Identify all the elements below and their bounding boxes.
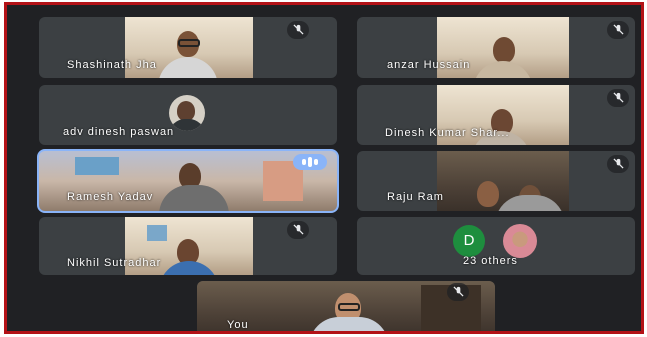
participant-video (437, 151, 569, 211)
participant-name: Ramesh Yadav (67, 191, 154, 203)
participant-tile[interactable]: adv dinesh paswan (39, 85, 337, 145)
avatar (503, 224, 537, 258)
avatar: D (453, 225, 485, 257)
mic-off-icon (287, 21, 309, 39)
participant-tile[interactable]: anzar Hussain (357, 17, 635, 78)
participant-name: adv dinesh paswan (63, 126, 175, 138)
participant-name: Dinesh Kumar Shar... (385, 127, 510, 139)
others-count: 23 others (463, 255, 518, 267)
participant-name: Nikhil Sutradhar (67, 257, 162, 269)
participant-tile-active[interactable]: Ramesh Yadav (37, 149, 339, 213)
meeting-grid: Shashinath Jha anzar Hussain adv dinesh … (4, 2, 644, 334)
mic-off-icon[interactable] (447, 283, 469, 301)
participant-name: anzar Hussain (387, 59, 471, 71)
mic-off-icon (607, 155, 629, 173)
mic-off-icon (607, 21, 629, 39)
participant-tile[interactable]: Shashinath Jha (39, 17, 337, 78)
self-view-tile[interactable]: You (197, 281, 495, 331)
mic-off-icon (287, 221, 309, 239)
participant-tile[interactable]: Raju Ram (357, 151, 635, 211)
participant-tile[interactable]: Dinesh Kumar Shar... (357, 85, 635, 145)
avatar (169, 95, 205, 131)
participant-name: Shashinath Jha (67, 59, 157, 71)
mic-off-icon (607, 89, 629, 107)
self-name: You (227, 319, 249, 331)
participant-tile[interactable]: Nikhil Sutradhar (39, 217, 337, 275)
audio-level-icon (293, 154, 327, 170)
others-tile[interactable]: D 23 others (357, 217, 635, 275)
participant-name: Raju Ram (387, 191, 444, 203)
